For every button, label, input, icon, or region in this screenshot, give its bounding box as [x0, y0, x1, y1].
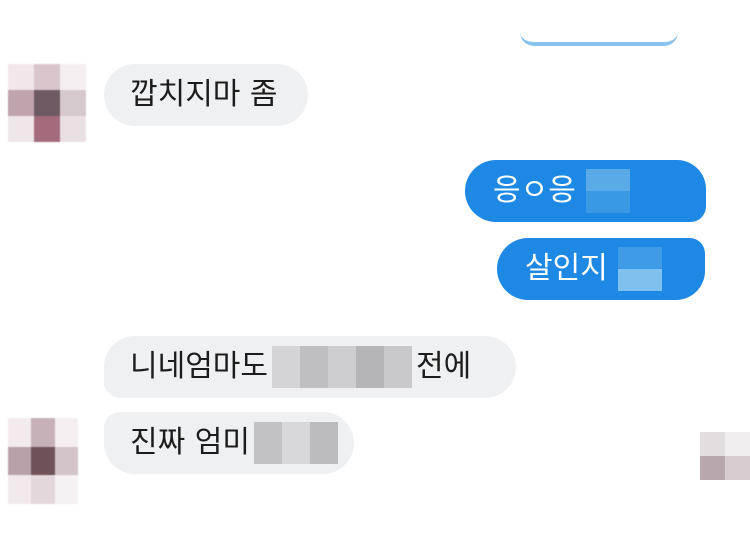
message-text: 응ㅇ응: [493, 173, 576, 208]
message-text: 살인지: [525, 251, 608, 286]
message-text: 깝치지마 좀: [130, 77, 278, 112]
redacted-mosaic: [253, 422, 338, 464]
contact-avatar-blurred[interactable]: [8, 64, 86, 142]
redacted-mosaic: [617, 247, 662, 291]
outgoing-message-bubble[interactable]: 응ㅇ응: [465, 160, 706, 222]
incoming-message-bubble[interactable]: 니네엄마도 전에: [104, 336, 516, 398]
incoming-message-bubble[interactable]: 깝치지마 좀: [104, 64, 308, 126]
redacted-mosaic: [700, 432, 750, 480]
redacted-mosaic: [272, 346, 412, 388]
contact-avatar-blurred[interactable]: [8, 418, 78, 504]
redacted-mosaic: [585, 169, 630, 213]
outgoing-message-bubble[interactable]: 살인지: [497, 238, 705, 300]
message-text: 전에: [416, 349, 472, 384]
message-text: 니네엄마도: [130, 349, 268, 384]
incoming-message-bubble[interactable]: 진짜 엄미: [104, 412, 354, 474]
message-text: 진짜 엄미: [130, 425, 250, 460]
chat-thread: 깝치지마 좀 응ㅇ응 살인지 니네엄마도 전에 진짜 엄미: [0, 0, 750, 559]
previous-message-edge: [520, 28, 678, 46]
